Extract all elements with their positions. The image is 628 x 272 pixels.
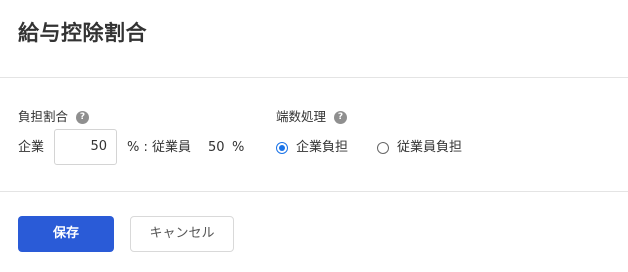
cancel-button[interactable]: キャンセル [130, 216, 234, 252]
employee-ratio-unit: % [232, 140, 245, 155]
radio-selected-icon[interactable] [276, 142, 288, 154]
radio-company-burden[interactable]: 企業負担 [276, 139, 348, 157]
percent-separator: % : 従業員 [127, 140, 191, 155]
dialog-title: 給与控除割合 [18, 21, 147, 45]
burden-ratio-label: 負担割合 [18, 109, 69, 124]
radio-unselected-icon[interactable] [377, 142, 389, 154]
rounding-help-icon[interactable]: ? [334, 110, 348, 124]
company-label: 企業 [18, 140, 45, 155]
radio-company-burden-label: 企業負担 [296, 140, 349, 155]
employee-ratio-value: 50 [208, 140, 225, 155]
rounding-label-group: 端数処理 ? [276, 109, 348, 125]
header-divider [0, 77, 628, 78]
company-ratio-input[interactable]: 50 [54, 129, 117, 165]
radio-employee-burden-label: 従業員負担 [397, 140, 463, 155]
save-button[interactable]: 保存 [18, 216, 114, 252]
burden-ratio-help-icon[interactable]: ? [76, 110, 90, 124]
rounding-label: 端数処理 [276, 109, 327, 124]
footer-divider [0, 191, 628, 192]
payroll-deduction-ratio-dialog: 給与控除割合 負担割合 ? 企業 50 % : 従業員 50 % 端数処理 ? … [0, 0, 628, 272]
radio-employee-burden[interactable]: 従業員負担 [377, 139, 462, 157]
burden-ratio-label-group: 負担割合 ? [18, 109, 90, 125]
